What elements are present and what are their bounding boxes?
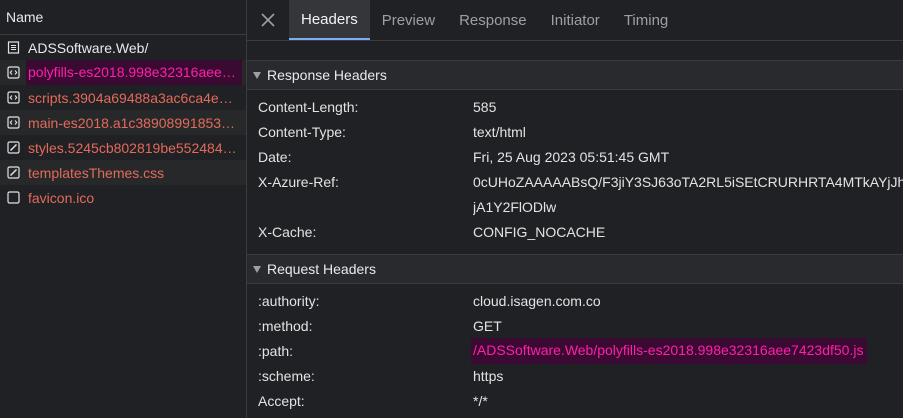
name-column-header[interactable]: Name xyxy=(0,0,246,35)
expand-caret-icon xyxy=(253,71,261,79)
request-item-label: scripts.3904a69488a3ac6ca4e6.js xyxy=(28,89,240,106)
request-headers-section-header[interactable]: Request Headers xyxy=(247,254,903,284)
header-name: :path: xyxy=(258,342,294,359)
header-name: Date: xyxy=(258,148,292,165)
header-value: cloud.isagen.com.co xyxy=(473,292,601,309)
document-icon xyxy=(6,41,20,55)
section-title: Request Headers xyxy=(267,261,376,277)
header-row: :path: /ADSSoftware.Web/polyfills-es2018… xyxy=(247,337,903,364)
header-row: :method: GET xyxy=(247,313,903,338)
header-name: X-Azure-Ref: xyxy=(258,173,339,190)
request-item-label: main-es2018.a1c389089918535ad6c5.js xyxy=(28,114,240,131)
section-title: Response Headers xyxy=(267,67,387,83)
request-item-label: favicon.ico xyxy=(28,189,95,206)
request-list-panel: Name ADSSoftware.Web/ polyfills-es2018.9… xyxy=(0,0,247,418)
header-value: https xyxy=(473,367,504,384)
header-name: :scheme: xyxy=(258,367,315,384)
header-name: Content-Length: xyxy=(258,98,359,115)
header-row: Content-Length: 585 xyxy=(247,94,903,119)
tab-initiator[interactable]: Initiator xyxy=(539,0,612,40)
request-details-panel: Headers Preview Response Initiator Timin… xyxy=(247,0,903,418)
request-item-polyfills[interactable]: polyfills-es2018.998e32316aee7423df50.js xyxy=(0,60,246,85)
request-item-label: templatesThemes.css xyxy=(28,164,165,181)
tab-headers[interactable]: Headers xyxy=(289,0,370,40)
request-item-templates-themes[interactable]: templatesThemes.css xyxy=(0,160,246,185)
header-value-path: /ADSSoftware.Web/polyfills-es2018.998e32… xyxy=(471,337,868,364)
header-row: Content-Type: text/html xyxy=(247,119,903,144)
close-icon[interactable] xyxy=(247,0,289,40)
script-icon xyxy=(6,116,20,130)
details-tab-bar: Headers Preview Response Initiator Timin… xyxy=(247,0,903,41)
header-name: X-Cache: xyxy=(258,223,317,240)
request-item-favicon[interactable]: favicon.ico xyxy=(0,185,246,210)
request-item-styles[interactable]: styles.5245cb802819be552484.css xyxy=(0,135,246,160)
header-row: X-Cache: CONFIG_NOCACHE xyxy=(247,219,903,244)
request-item-label: ADSSoftware.Web/ xyxy=(28,39,149,56)
response-headers-list: Content-Length: 585 Content-Type: text/h… xyxy=(247,90,903,244)
header-row-continuation: jA1Y2FlODlw xyxy=(247,194,903,219)
tab-preview[interactable]: Preview xyxy=(370,0,447,40)
header-row: :scheme: https xyxy=(247,363,903,388)
expand-caret-icon xyxy=(253,265,261,273)
header-name: :method: xyxy=(258,317,313,334)
header-value: Fri, 25 Aug 2023 05:51:45 GMT xyxy=(473,148,670,165)
header-value: jA1Y2FlODlw xyxy=(473,198,557,215)
header-name: Accept: xyxy=(258,392,305,409)
header-row: Accept: */* xyxy=(247,388,903,413)
header-value: GET xyxy=(473,317,502,334)
request-item-main[interactable]: main-es2018.a1c389089918535ad6c5.js xyxy=(0,110,246,135)
script-icon xyxy=(6,66,20,80)
header-value: CONFIG_NOCACHE xyxy=(473,223,606,240)
stylesheet-icon xyxy=(6,166,20,180)
header-value: 0cUHoZAAAAABsQ/F3jiY3SJ63oTA2RL5iSEtCRUR… xyxy=(473,173,903,190)
image-icon xyxy=(6,191,20,205)
header-row: :authority: cloud.isagen.com.co xyxy=(247,288,903,313)
request-item-label: polyfills-es2018.998e32316aee7423df50.js xyxy=(26,60,242,85)
header-row: X-Azure-Ref: 0cUHoZAAAAABsQ/F3jiY3SJ63oT… xyxy=(247,169,903,194)
header-row: Date: Fri, 25 Aug 2023 05:51:45 GMT xyxy=(247,144,903,169)
stylesheet-icon xyxy=(6,141,20,155)
script-icon xyxy=(6,91,20,105)
header-name: :authority: xyxy=(258,292,320,309)
header-value: 585 xyxy=(473,98,497,115)
request-headers-list: :authority: cloud.isagen.com.co :method:… xyxy=(247,284,903,413)
request-item-scripts[interactable]: scripts.3904a69488a3ac6ca4e6.js xyxy=(0,85,246,110)
response-headers-section-header[interactable]: Response Headers xyxy=(247,60,903,90)
tab-response[interactable]: Response xyxy=(447,0,539,40)
tab-timing[interactable]: Timing xyxy=(612,0,680,40)
header-name: Content-Type: xyxy=(258,123,346,140)
header-value: text/html xyxy=(473,123,526,140)
request-item-label: styles.5245cb802819be552484.css xyxy=(28,139,240,156)
header-value: */* xyxy=(473,392,488,409)
request-item-document[interactable]: ADSSoftware.Web/ xyxy=(0,35,246,60)
